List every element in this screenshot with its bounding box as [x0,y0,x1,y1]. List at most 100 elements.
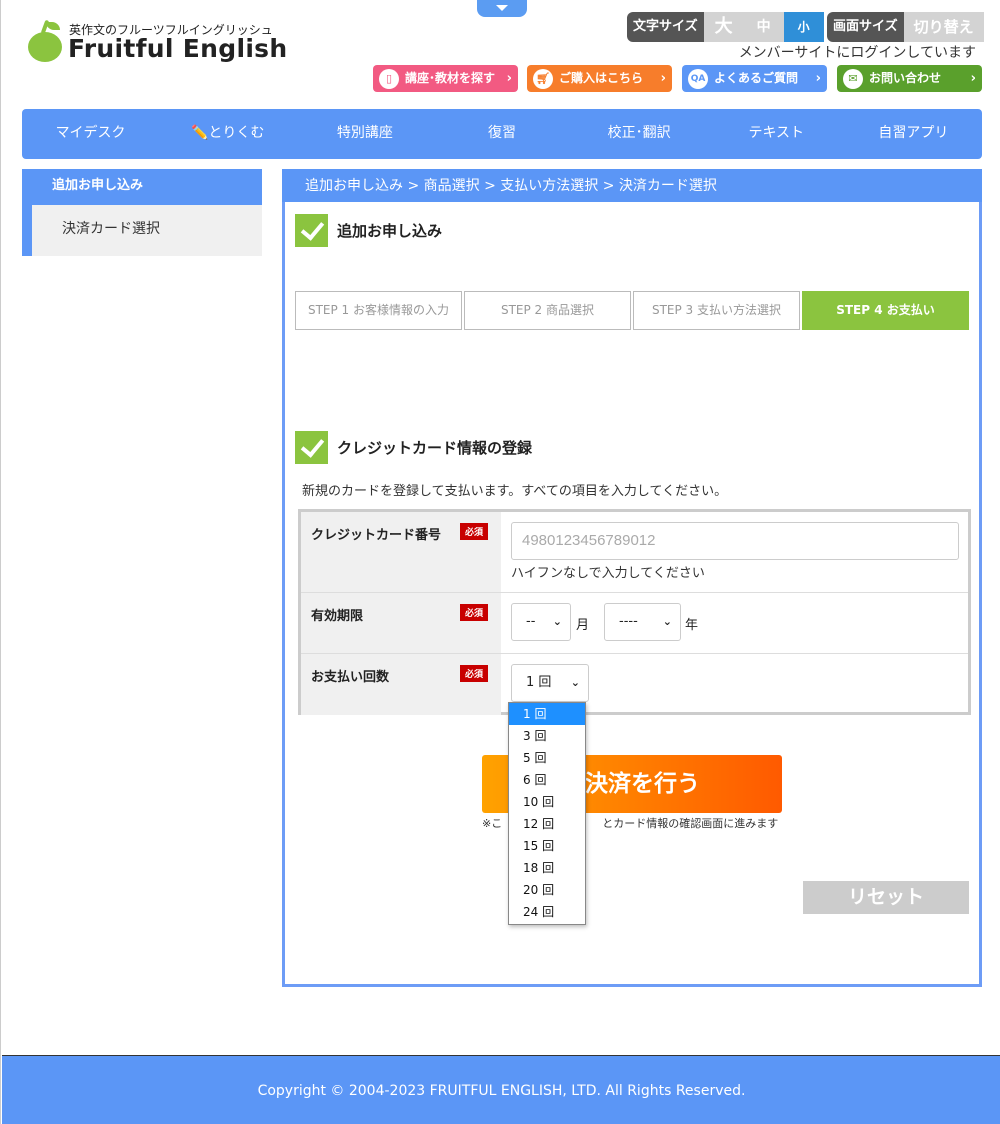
step-indicator: STEP 1 お客様情報の入力 STEP 2 商品選択 STEP 3 支払い方法… [295,291,969,330]
logo-title: Fruitful English [68,34,288,63]
installments-option[interactable]: 20 回 [509,879,585,901]
step-1-label: お客様情報の入力 [353,303,450,317]
contact-button[interactable]: ✉ お問い合わせ › [837,65,982,92]
section-title-application: 追加お申し込み [295,214,442,247]
card-number-hint: ハイフンなしで入力してください [511,566,705,581]
expiry-year-value: ---- [619,614,638,629]
step-2-label: 商品選択 [546,303,595,317]
sidebar-heading[interactable]: 追加お申し込み [22,169,262,205]
installments-option[interactable]: 12 回 [509,813,585,835]
required-badge: 必須 [460,604,489,621]
chevron-right-icon: › [970,71,976,86]
chevron-right-icon: › [506,71,512,86]
login-status: メンバーサイトにログインしています [738,45,976,61]
purchase-label: ご購入はこちら [559,71,644,85]
faq-label: よくあるご質問 [714,71,799,85]
expiry-row: 有効期限 必須 -- ⌄ 月 ---- ⌄ 年 [301,593,968,654]
mail-icon: ✉ [843,69,863,89]
installments-option[interactable]: 24 回 [509,901,585,923]
expiry-month-unit: 月 [576,618,590,633]
installments-label: お支払い回数 [311,670,390,685]
chevron-right-icon: › [815,71,821,86]
expiry-month-select[interactable]: -- ⌄ [511,603,571,641]
qa-icon: QA [688,69,708,89]
purchase-button[interactable]: 🛒︎ ご購入はこちら › [527,65,672,92]
site-logo[interactable]: 英作文のフルーツフルイングリッシュ Fruitful English [28,19,287,68]
expiry-month-value: -- [526,614,536,629]
installments-option[interactable]: 10 回 [509,791,585,813]
sidebar: 追加お申し込み 決済カード選択 [22,169,262,256]
font-size-label: 文字サイズ [627,12,704,42]
chevron-down-icon: ⌄ [552,615,562,628]
expiry-label: 有効期限 [311,609,364,624]
card-number-label: クレジットカード番号 [311,528,442,543]
header-toggle-tab[interactable] [477,0,527,17]
card-number-row: クレジットカード番号 必須 4980123456789012 ハイフンなしで入力… [301,512,968,593]
pay-note-rest: とカード情報の確認画面に進みます [602,817,779,830]
installments-option[interactable]: 3 回 [509,725,585,747]
step-4: STEP 4 お支払い [802,291,969,330]
step-2: STEP 2 商品選択 [464,291,631,330]
nav-item-mydesk[interactable]: マイデスク [22,109,159,159]
step-2-num: STEP 2 [500,303,543,317]
installments-option[interactable]: 6 回 [509,769,585,791]
card-number-input[interactable]: 4980123456789012 [511,522,959,560]
nav-item-special-courses[interactable]: 特別講座 [296,109,433,159]
pay-note-start: ※こ [482,817,503,830]
installments-option[interactable]: 18 回 [509,857,585,879]
font-size-large-button[interactable]: 大 [703,12,744,42]
chevron-down-icon: ⌄ [662,615,672,628]
main-panel: 追加お申し込み > 商品選択 > 支払い方法選択 > 決済カード選択 追加お申し… [282,169,982,987]
search-courses-button[interactable]: ▯ 講座･教材を探す › [373,65,518,92]
installments-option[interactable]: 5 回 [509,747,585,769]
screen-size-control: 画面サイズ 切り替え [827,12,984,42]
installments-option[interactable]: 15 回 [509,835,585,857]
card-number-label-cell: クレジットカード番号 必須 [301,512,501,592]
form-description: 新規のカードを登録して支払います。すべての項目を入力してください。 [302,484,728,499]
logo-leaf-icon [46,22,60,30]
section-title-application-text: 追加お申し込み [337,222,443,240]
reset-button[interactable]: リセット [803,881,969,914]
breadcrumb: 追加お申し込み > 商品選択 > 支払い方法選択 > 決済カード選択 [282,169,982,202]
credit-card-form: クレジットカード番号 必須 4980123456789012 ハイフンなしで入力… [298,509,971,715]
faq-button[interactable]: QA よくあるご質問 › [682,65,827,92]
nav-item-self-study-app[interactable]: 自習アプリ [845,109,982,159]
expiry-year-select[interactable]: ---- ⌄ [604,603,681,641]
expiry-year-unit: 年 [685,618,699,633]
check-icon [295,214,328,247]
search-courses-label: 講座･教材を探す [405,71,496,85]
footer-copyright: Copyright © 2004-2023 FRUITFUL ENGLISH, … [2,1055,1000,1124]
nav-item-text[interactable]: テキスト [708,109,845,159]
font-size-small-button[interactable]: 小 [783,12,824,42]
required-badge: 必須 [460,523,489,540]
contact-label: お問い合わせ [869,71,942,85]
section-title-credit-card-text: クレジットカード情報の登録 [337,439,533,457]
sidebar-item-card-selection[interactable]: 決済カード選択 [22,205,262,256]
chevron-right-icon: › [660,71,666,86]
cart-icon: 🛒︎ [533,69,553,89]
nav-item-review[interactable]: 復習 [433,109,570,159]
step-3: STEP 3 支払い方法選択 [633,291,800,330]
check-icon [295,431,328,464]
installments-label-cell: お支払い回数 必須 [301,654,501,715]
font-size-medium-button[interactable]: 中 [743,12,784,42]
step-4-label: お支払い [886,303,935,317]
step-1-num: STEP 1 [307,303,350,317]
screen-size-switch-button[interactable]: 切り替え [903,12,984,42]
installments-row: お支払い回数 必須 1 回 ⌄ [301,654,968,715]
nav-item-torikumu[interactable]: ✏️とりくむ [159,109,296,159]
expiry-label-cell: 有効期限 必須 [301,593,501,653]
pencil-icon: ✏️ [190,125,209,141]
installments-select[interactable]: 1 回 ⌄ [511,664,589,702]
page: 英作文のフルーツフルイングリッシュ Fruitful English 文字サイズ… [0,0,1000,1124]
logo-apple-icon [28,32,62,62]
nav-item-proofreading[interactable]: 校正･翻訳 [571,109,708,159]
main-nav: マイデスク ✏️とりくむ 特別講座 復習 校正･翻訳 テキスト 自習アプリ [22,109,982,159]
installments-value: 1 回 [526,675,552,690]
installments-option[interactable]: 1 回 [509,703,585,725]
section-title-credit-card: クレジットカード情報の登録 [295,431,532,464]
step-1: STEP 1 お客様情報の入力 [295,291,462,330]
step-3-label: 支払い方法選択 [697,303,782,317]
step-4-num: STEP 4 [836,303,883,317]
step-3-num: STEP 3 [651,303,694,317]
